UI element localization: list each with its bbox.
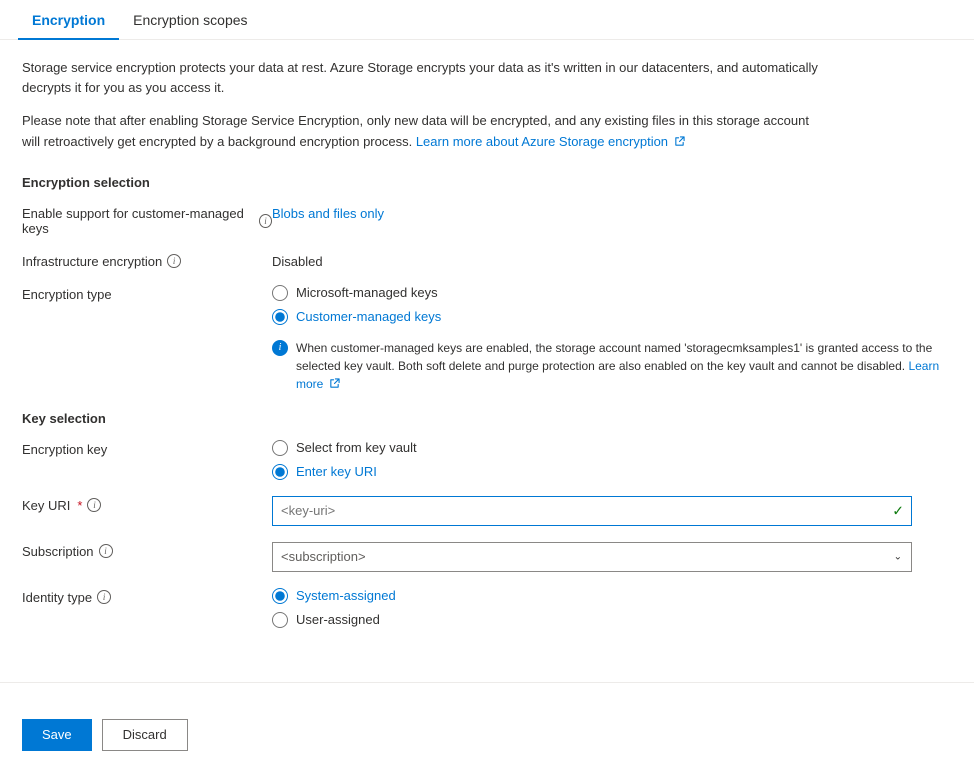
infrastructure-info-icon[interactable]: i: [167, 254, 181, 268]
select-from-key-vault-option[interactable]: Select from key vault: [272, 440, 952, 456]
microsoft-managed-keys-radio[interactable]: [272, 285, 288, 301]
encryption-type-row: Encryption type Microsoft-managed keys C…: [22, 285, 952, 395]
encryption-key-row: Encryption key Select from key vault Ent…: [22, 440, 952, 480]
select-from-key-vault-label: Select from key vault: [296, 440, 417, 455]
user-assigned-option[interactable]: User-assigned: [272, 612, 952, 628]
subscription-info-icon[interactable]: i: [99, 544, 113, 558]
infrastructure-encryption-label: Infrastructure encryption i: [22, 252, 272, 269]
key-uri-input[interactable]: [272, 496, 912, 526]
save-button[interactable]: Save: [22, 719, 92, 751]
identity-type-label: Identity type i: [22, 588, 272, 605]
footer-buttons: Save Discard: [0, 703, 974, 767]
customer-managed-keys-row: Enable support for customer-managed keys…: [22, 204, 952, 236]
subscription-dropdown-wrapper: <subscription> ⌄: [272, 542, 952, 572]
external-link-icon: [674, 136, 685, 147]
key-uri-info-icon[interactable]: i: [87, 498, 101, 512]
system-assigned-radio[interactable]: [272, 588, 288, 604]
key-selection-title: Key selection: [22, 411, 952, 426]
key-uri-row: Key URI * i ✓: [22, 496, 952, 526]
tab-encryption-scopes[interactable]: Encryption scopes: [119, 0, 261, 40]
key-uri-field-wrapper: ✓: [272, 496, 912, 526]
info-external-link-icon: [329, 378, 340, 389]
subscription-select[interactable]: <subscription>: [272, 542, 912, 572]
system-assigned-option[interactable]: System-assigned: [272, 588, 952, 604]
key-uri-label: Key URI * i: [22, 496, 272, 513]
key-uri-check-icon: ✓: [892, 502, 904, 519]
select-from-key-vault-radio[interactable]: [272, 440, 288, 456]
customer-managed-keys-value: Blobs and files only: [272, 204, 952, 221]
note-text: Please note that after enabling Storage …: [22, 111, 822, 153]
encryption-type-options: Microsoft-managed keys Customer-managed …: [272, 285, 952, 395]
user-assigned-label: User-assigned: [296, 612, 380, 627]
encryption-key-label: Encryption key: [22, 440, 272, 457]
learn-more-link[interactable]: Learn more about Azure Storage encryptio…: [416, 134, 685, 149]
intro-text: Storage service encryption protects your…: [22, 58, 822, 97]
identity-type-row: Identity type i System-assigned User-ass…: [22, 588, 952, 628]
key-uri-input-wrapper: ✓: [272, 496, 952, 526]
infrastructure-encryption-value: Disabled: [272, 252, 952, 269]
subscription-select-wrapper: <subscription> ⌄: [272, 542, 912, 572]
identity-type-options: System-assigned User-assigned: [272, 588, 952, 628]
tab-bar: Encryption Encryption scopes: [0, 0, 974, 40]
info-box-text: When customer-managed keys are enabled, …: [296, 339, 952, 393]
encryption-key-options: Select from key vault Enter key URI: [272, 440, 952, 480]
enter-key-uri-radio[interactable]: [272, 464, 288, 480]
main-content: Storage service encryption protects your…: [0, 40, 974, 662]
customer-managed-keys-label: Enable support for customer-managed keys…: [22, 204, 272, 236]
subscription-label: Subscription i: [22, 542, 272, 559]
customer-managed-keys-radio-label: Customer-managed keys: [296, 309, 441, 324]
enter-key-uri-label: Enter key URI: [296, 464, 377, 479]
info-circle-icon: i: [272, 340, 288, 356]
customer-managed-keys-radio[interactable]: [272, 309, 288, 325]
footer-divider: [0, 682, 974, 683]
user-assigned-radio[interactable]: [272, 612, 288, 628]
microsoft-managed-keys-label: Microsoft-managed keys: [296, 285, 438, 300]
system-assigned-label: System-assigned: [296, 588, 396, 603]
customer-keys-info-icon[interactable]: i: [259, 214, 272, 228]
encryption-type-label: Encryption type: [22, 285, 272, 302]
enter-key-uri-option[interactable]: Enter key URI: [272, 464, 952, 480]
encryption-selection-title: Encryption selection: [22, 175, 952, 190]
customer-keys-info-box: i When customer-managed keys are enabled…: [272, 337, 952, 395]
identity-type-info-icon[interactable]: i: [97, 590, 111, 604]
infrastructure-encryption-row: Infrastructure encryption i Disabled: [22, 252, 952, 269]
subscription-row: Subscription i <subscription> ⌄: [22, 542, 952, 572]
microsoft-managed-keys-option[interactable]: Microsoft-managed keys: [272, 285, 952, 301]
customer-managed-keys-option[interactable]: Customer-managed keys: [272, 309, 952, 325]
discard-button[interactable]: Discard: [102, 719, 188, 751]
tab-encryption[interactable]: Encryption: [18, 0, 119, 40]
